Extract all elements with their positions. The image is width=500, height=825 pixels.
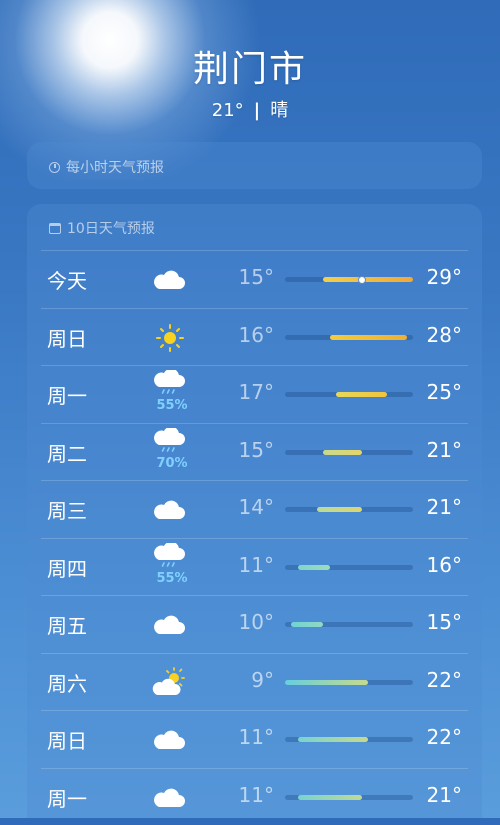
low-temperature: 10°: [239, 610, 274, 634]
forecast-row[interactable]: 周二 70% 15° 21°: [41, 423, 468, 481]
partly-cloudy-icon: [149, 666, 191, 700]
precipitation-chance: 70%: [149, 456, 195, 471]
low-temperature: 14°: [239, 495, 274, 519]
forecast-row[interactable]: 周一 11° 21°: [41, 768, 468, 825]
temperature-range-bar: [285, 335, 413, 340]
daily-forecast-header: 10日天气预报: [49, 218, 155, 238]
day-label: 周日: [47, 323, 87, 352]
temperature-range-fill: [298, 737, 368, 742]
day-label: 周一: [47, 783, 87, 812]
day-label: 周日: [47, 725, 87, 754]
forecast-row[interactable]: 周五 10° 15°: [41, 595, 468, 653]
low-temperature: 9°: [251, 668, 274, 692]
temperature-range-fill: [285, 680, 368, 685]
temperature-range-fill: [317, 507, 362, 512]
temperature-range-bar: [285, 565, 413, 570]
day-label: 周六: [47, 668, 87, 697]
sun-icon: [149, 321, 191, 355]
daily-forecast-list: 今天15°29°周日16°28°周一55%17°25°周二70%15°21°周三…: [27, 250, 482, 825]
current-weather-header: 荆门市 21° | 晴: [0, 40, 500, 122]
cloud-icon: [149, 781, 191, 815]
day-label: 周四: [47, 553, 87, 582]
temperature-range-bar: [285, 737, 413, 742]
low-temperature: 16°: [239, 323, 274, 347]
high-temperature: 21°: [427, 438, 462, 462]
temperature-range-fill: [330, 335, 407, 340]
temperature-range-fill: [336, 392, 387, 397]
forecast-row[interactable]: 周四 55% 11° 16°: [41, 538, 468, 596]
forecast-row[interactable]: 周三 14° 21°: [41, 480, 468, 538]
precipitation-chance: 55%: [149, 398, 195, 413]
city-name: 荆门市: [0, 40, 500, 92]
low-temperature: 11°: [239, 553, 274, 577]
temperature-range-bar: [285, 680, 413, 685]
current-temperature-marker: [358, 276, 366, 284]
clock-icon: [49, 162, 60, 173]
daily-forecast-title: 10日天气预报: [67, 218, 155, 238]
cloud-icon: [149, 493, 191, 527]
temperature-range-bar: [285, 277, 413, 282]
cloud-icon: [149, 723, 191, 757]
day-label: 周三: [47, 495, 87, 524]
forecast-row[interactable]: 周一 55% 17° 25°: [41, 365, 468, 423]
hourly-forecast-header: 每小时天气预报: [49, 157, 164, 177]
forecast-row[interactable]: 周六 9° 22°: [41, 653, 468, 711]
forecast-row[interactable]: 周日 11° 22°: [41, 710, 468, 768]
temperature-range-fill: [323, 277, 413, 282]
temperature-range-fill: [291, 622, 323, 627]
low-temperature: 17°: [239, 380, 274, 404]
low-temperature: 11°: [239, 783, 274, 807]
high-temperature: 28°: [427, 323, 462, 347]
low-temperature: 11°: [239, 725, 274, 749]
temperature-range-bar: [285, 507, 413, 512]
forecast-row[interactable]: 今天 15° 29°: [41, 250, 468, 308]
divider: |: [254, 100, 261, 121]
temperature-range-fill: [323, 450, 361, 455]
high-temperature: 22°: [427, 668, 462, 692]
temperature-range-fill: [298, 795, 362, 800]
high-temperature: 21°: [427, 495, 462, 519]
temperature-range-bar: [285, 392, 413, 397]
high-temperature: 21°: [427, 783, 462, 807]
day-label: 周一: [47, 380, 87, 409]
high-temperature: 15°: [427, 610, 462, 634]
high-temperature: 29°: [427, 265, 462, 289]
calendar-icon: [49, 223, 61, 234]
day-label: 周五: [47, 610, 87, 639]
forecast-row[interactable]: 周日 16° 28°: [41, 308, 468, 366]
temperature-range-bar: [285, 795, 413, 800]
high-temperature: 16°: [427, 553, 462, 577]
day-label: 周二: [47, 438, 87, 467]
temperature-range-bar: [285, 622, 413, 627]
daily-forecast-card[interactable]: 10日天气预报 今天 15° 29° 周日 16° 28° 周一 55% 17° 25° 周二 70%…: [27, 204, 482, 818]
current-conditions: 21° | 晴: [0, 96, 500, 122]
temperature-range-bar: [285, 450, 413, 455]
low-temperature: 15°: [239, 438, 274, 462]
high-temperature: 22°: [427, 725, 462, 749]
day-label: 今天: [47, 265, 87, 294]
hourly-forecast-title: 每小时天气预报: [66, 157, 164, 177]
high-temperature: 25°: [427, 380, 462, 404]
precipitation-chance: 55%: [149, 571, 195, 586]
hourly-forecast-card[interactable]: 每小时天气预报: [27, 142, 482, 189]
low-temperature: 15°: [239, 265, 274, 289]
cloud-icon: [149, 263, 191, 297]
cloud-icon: [149, 608, 191, 642]
current-condition: 晴: [270, 100, 288, 121]
current-temperature: 21°: [212, 100, 244, 121]
temperature-range-fill: [298, 565, 330, 570]
